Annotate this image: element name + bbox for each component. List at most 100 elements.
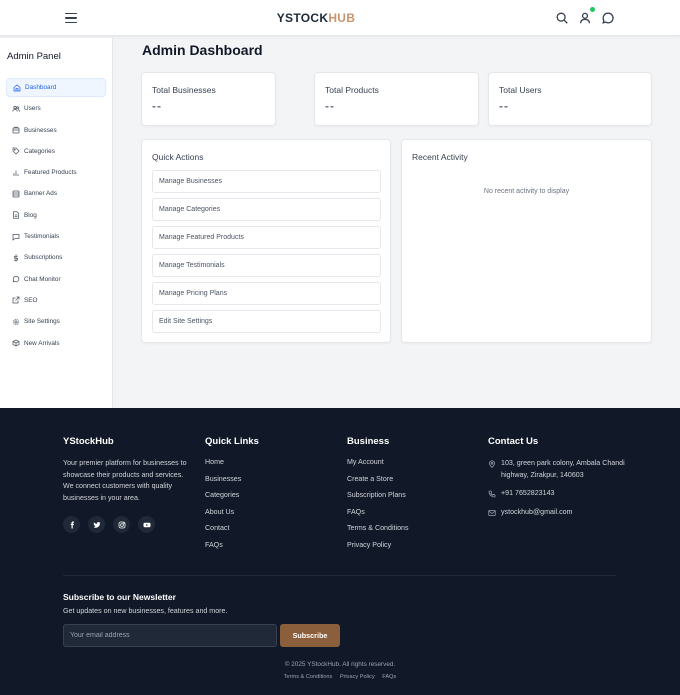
stat-card-businesses: Total Businesses -- xyxy=(141,72,276,126)
sidebar-item-new-arrivals[interactable]: New Arrivals xyxy=(6,334,106,353)
footer-link-faqs[interactable]: FAQs xyxy=(347,508,409,516)
external-link-icon xyxy=(12,296,20,304)
manage-featured-products-button[interactable]: Manage Featured Products xyxy=(152,226,381,249)
footer-link-privacy[interactable]: Privacy Policy xyxy=(347,541,409,549)
edit-site-settings-button[interactable]: Edit Site Settings xyxy=(152,310,381,333)
sidebar-item-label: Testimonials xyxy=(24,233,60,241)
stat-card-users: Total Users -- xyxy=(488,72,652,126)
newsletter-email-input[interactable] xyxy=(63,624,277,647)
subscribe-button[interactable]: Subscribe xyxy=(280,624,340,647)
home-icon xyxy=(13,84,21,92)
footer-link-contact[interactable]: Contact xyxy=(205,524,259,532)
phone-icon xyxy=(488,490,496,498)
box-icon xyxy=(12,339,20,347)
chart-icon xyxy=(12,169,20,177)
user-icon[interactable] xyxy=(578,11,592,25)
footer-business-column: Business My Account Create a Store Subsc… xyxy=(347,436,409,558)
contact-address-text: 103, green park colony, Ambala Chandi hi… xyxy=(501,459,625,479)
sidebar-item-chat-monitor[interactable]: Chat Monitor xyxy=(6,270,106,289)
chat-icon[interactable] xyxy=(601,11,615,25)
recent-activity-title: Recent Activity xyxy=(412,152,468,162)
stat-label: Total Users xyxy=(499,85,542,95)
contact-email-text[interactable]: ystockhub@gmail.com xyxy=(501,507,572,519)
search-icon[interactable] xyxy=(555,11,569,25)
footer-link-my-account[interactable]: My Account xyxy=(347,458,409,466)
location-pin-icon xyxy=(488,460,496,469)
page-title: Admin Dashboard xyxy=(142,42,263,58)
sidebar-item-testimonials[interactable]: Testimonials xyxy=(6,227,106,246)
facebook-icon[interactable] xyxy=(63,516,80,533)
footer-link-create-store[interactable]: Create a Store xyxy=(347,475,409,483)
copyright-text: © 2025 YStockHub. All rights reserved. xyxy=(284,661,396,668)
legal-link-terms[interactable]: Terms & Conditions xyxy=(284,674,333,680)
youtube-icon[interactable] xyxy=(138,516,155,533)
footer-link-home[interactable]: Home xyxy=(205,458,259,466)
sidebar-item-label: Categories xyxy=(24,147,55,155)
footer-business-title: Business xyxy=(347,436,390,447)
footer-quick-links-column: Quick Links Home Businesses Categories A… xyxy=(205,436,259,558)
chat-bubble-icon xyxy=(12,275,20,283)
sidebar-item-label: Businesses xyxy=(24,126,57,134)
sidebar-item-featured-products[interactable]: Featured Products xyxy=(6,163,106,182)
sidebar-item-banner-ads[interactable]: Banner Ads xyxy=(6,184,106,203)
newsletter-subtitle: Get updates on new businesses, features … xyxy=(63,607,228,615)
footer-link-subscription-plans[interactable]: Subscription Plans xyxy=(347,491,409,499)
twitter-icon[interactable] xyxy=(88,516,105,533)
sidebar-item-businesses[interactable]: Businesses xyxy=(6,121,106,140)
sidebar-title: Admin Panel xyxy=(7,51,61,62)
legal-link-privacy[interactable]: Privacy Policy xyxy=(340,674,375,680)
stat-value: -- xyxy=(152,99,162,113)
instagram-icon[interactable] xyxy=(113,516,130,533)
gear-icon xyxy=(12,318,20,326)
stat-label: Total Products xyxy=(325,85,379,95)
quick-actions-title: Quick Actions xyxy=(152,152,204,162)
stat-label: Total Businesses xyxy=(152,85,216,95)
footer-link-about-us[interactable]: About Us xyxy=(205,508,259,516)
manage-testimonials-button[interactable]: Manage Testimonials xyxy=(152,254,381,277)
mail-icon xyxy=(488,509,496,517)
footer-divider xyxy=(63,575,616,576)
sidebar-item-categories[interactable]: Categories xyxy=(6,142,106,161)
manage-pricing-plans-button[interactable]: Manage Pricing Plans xyxy=(152,282,381,305)
footer-description: Your premier platform for businesses to … xyxy=(63,459,187,502)
top-navbar: YSTOCKHUB xyxy=(0,0,680,36)
footer-contact-title: Contact Us xyxy=(488,436,539,447)
manage-businesses-button[interactable]: Manage Businesses xyxy=(152,170,381,193)
footer-link-faqs[interactable]: FAQs xyxy=(205,541,259,549)
briefcase-icon xyxy=(12,126,20,134)
footer-contact-column: Contact Us 103, green park colony, Ambal… xyxy=(488,436,628,525)
footer-brand-title: YStockHub xyxy=(63,436,114,447)
site-logo[interactable]: YSTOCKHUB xyxy=(0,11,632,25)
footer-link-categories[interactable]: Categories xyxy=(205,491,259,499)
recent-activity-card: Recent Activity No recent activity to di… xyxy=(401,139,652,343)
legal-links: Terms & Conditions Privacy Policy FAQs xyxy=(0,674,680,680)
contact-phone: +91 7652823143 xyxy=(488,488,628,500)
manage-categories-button[interactable]: Manage Categories xyxy=(152,198,381,221)
sidebar-item-label: Chat Monitor xyxy=(24,275,61,283)
footer-link-terms[interactable]: Terms & Conditions xyxy=(347,524,409,532)
notification-dot xyxy=(590,7,595,12)
sidebar-item-label: Featured Products xyxy=(24,169,77,177)
social-links xyxy=(63,516,193,533)
sidebar-item-label: Banner Ads xyxy=(24,190,58,198)
sidebar-item-seo[interactable]: SEO xyxy=(6,291,106,310)
sidebar-item-dashboard[interactable]: Dashboard xyxy=(6,78,106,97)
image-icon xyxy=(12,190,20,198)
sidebar-item-site-settings[interactable]: Site Settings xyxy=(6,312,106,331)
logo-text-primary: YSTOCK xyxy=(276,11,329,25)
sidebar-item-blog[interactable]: Blog xyxy=(6,206,106,225)
footer-link-businesses[interactable]: Businesses xyxy=(205,475,259,483)
sidebar-item-label: New Arrivals xyxy=(24,339,60,347)
document-icon xyxy=(12,211,20,219)
sidebar-item-subscriptions[interactable]: Subscriptions xyxy=(6,248,106,267)
stat-value: -- xyxy=(325,99,335,113)
sidebar-item-label: Users xyxy=(24,105,41,113)
contact-address: 103, green park colony, Ambala Chandi hi… xyxy=(488,458,628,481)
sidebar-item-users[interactable]: Users xyxy=(6,99,106,118)
quick-actions-card: Quick Actions Manage Businesses Manage C… xyxy=(141,139,391,343)
admin-sidebar: Admin Panel Dashboard Users Businesses C… xyxy=(0,38,113,408)
legal-link-faqs[interactable]: FAQs xyxy=(382,674,396,680)
sidebar-item-label: Blog xyxy=(24,211,37,219)
sidebar-item-label: Subscriptions xyxy=(24,254,63,262)
contact-phone-text[interactable]: +91 7652823143 xyxy=(501,488,554,500)
